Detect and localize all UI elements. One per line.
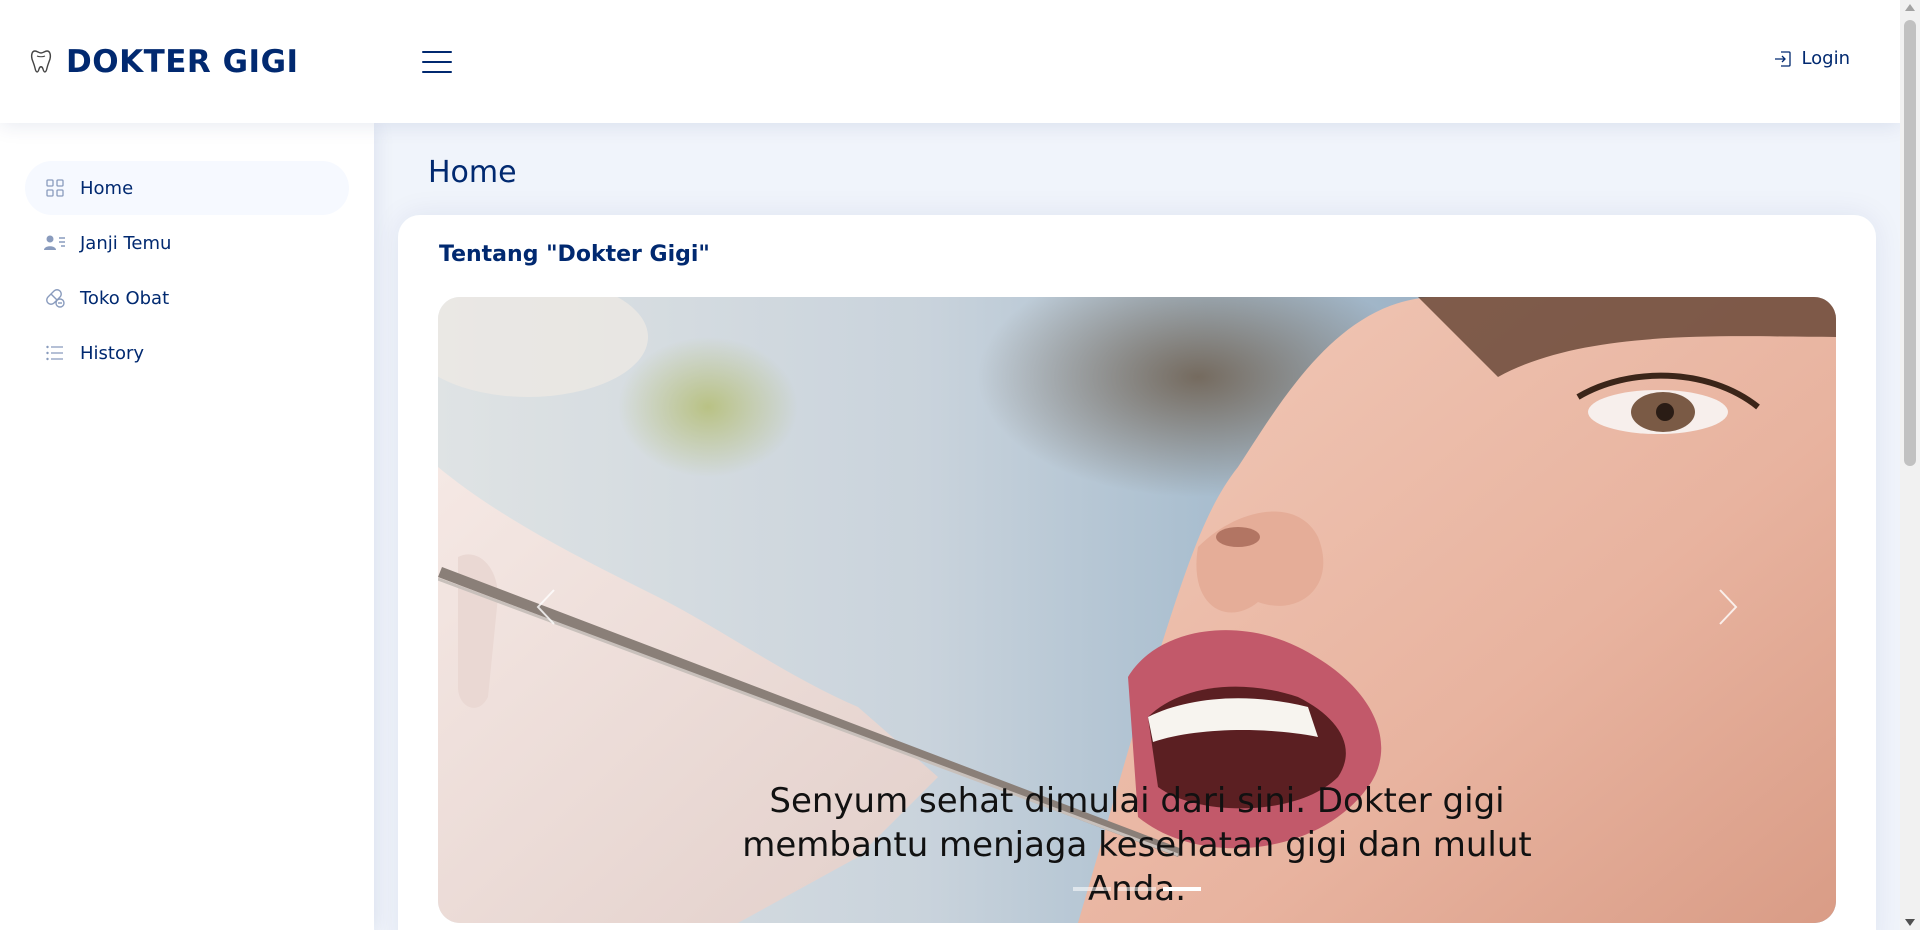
grid-icon [44, 177, 66, 199]
sidebar-item-label: History [80, 342, 145, 364]
carousel-indicator-1[interactable] [1073, 887, 1111, 891]
card-title: Tentang "Dokter Gigi" [439, 242, 710, 267]
scroll-thumb[interactable] [1904, 20, 1916, 466]
top-header: DOKTER GIGI Login [0, 0, 1900, 123]
carousel-indicator-2[interactable] [1118, 887, 1156, 891]
carousel-next-button[interactable] [1706, 582, 1746, 632]
main-content: Home Tentang "Dokter Gigi" Senyum sehat … [374, 123, 1900, 930]
login-label: Login [1801, 48, 1850, 69]
brand-name: DOKTER GIGI [66, 43, 299, 80]
sidebar-item-label: Janji Temu [80, 232, 172, 254]
scroll-down-arrow-icon[interactable] [1905, 919, 1915, 926]
about-card: Tentang "Dokter Gigi" Senyum sehat dimul… [398, 215, 1876, 930]
list-icon [44, 342, 66, 364]
carousel-prev-button[interactable] [528, 582, 568, 632]
sidebar-item-label: Toko Obat [80, 287, 170, 309]
brand-logo[interactable]: DOKTER GIGI [30, 44, 390, 80]
person-lines-icon [44, 232, 66, 254]
page-title: Home [428, 155, 517, 190]
sidebar-item-home[interactable]: Home [25, 161, 349, 215]
sidebar-item-label: Home [80, 177, 134, 199]
sidebar-item-toko-obat[interactable]: Toko Obat [25, 271, 349, 325]
scroll-up-arrow-icon[interactable] [1905, 4, 1915, 11]
login-icon [1775, 50, 1792, 67]
carousel-indicator-3[interactable] [1163, 887, 1201, 891]
tooth-icon [30, 49, 52, 73]
sidebar-item-janji-temu[interactable]: Janji Temu [25, 216, 349, 270]
image-carousel[interactable]: Senyum sehat dimulai dari sini. Dokter g… [438, 297, 1836, 923]
vertical-scrollbar[interactable] [1900, 0, 1920, 930]
carousel-indicators [438, 887, 1836, 891]
login-button[interactable]: Login [1773, 48, 1850, 69]
sidebar-item-history[interactable]: History [25, 326, 349, 380]
hamburger-icon[interactable] [422, 49, 452, 75]
sidebar: Home Janji Temu Toko Obat History [0, 123, 374, 930]
capsule-icon [44, 287, 66, 309]
carousel-caption: Senyum sehat dimulai dari sini. Dokter g… [742, 781, 1532, 909]
